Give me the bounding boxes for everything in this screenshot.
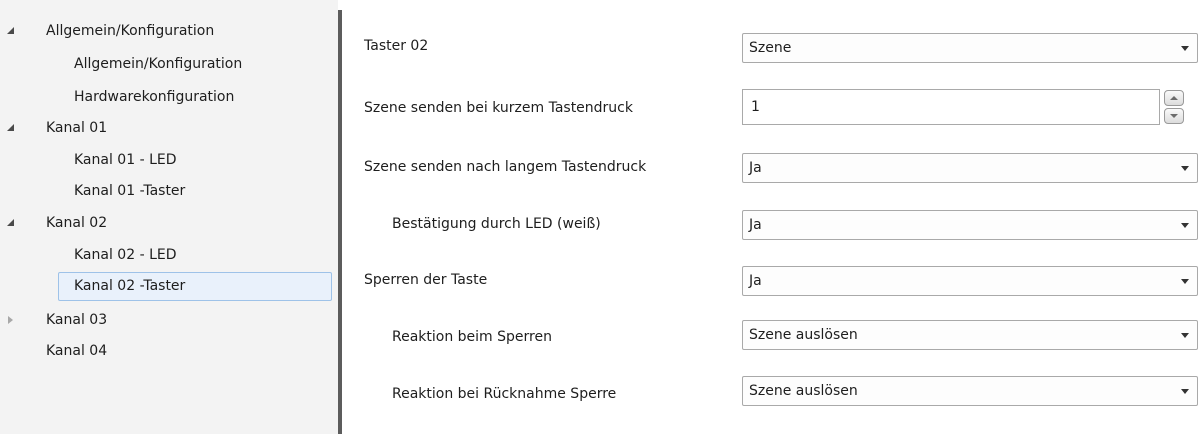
chevron-down-icon [1181, 223, 1189, 228]
select-value: Ja [749, 217, 762, 233]
reaktion-sperren-select[interactable]: Szene auslösen [742, 320, 1198, 350]
tree-node-kanal-04[interactable]: Kanal 04 [12, 340, 107, 363]
tree-node-label: Kanal 02 [46, 215, 108, 231]
spin-up-button[interactable] [1164, 90, 1184, 106]
tree-node-kanal-01-taster[interactable]: Kanal 01 -Taster [74, 180, 185, 203]
taster-02-select[interactable]: Szene [742, 33, 1198, 63]
input-value: 1 [751, 99, 760, 115]
chevron-down-icon [1181, 279, 1189, 284]
tree-node-label: Kanal 03 [46, 312, 108, 328]
tree-node-kanal-02[interactable]: Kanal 02 [7, 212, 108, 235]
tree-node-kanal-01[interactable]: Kanal 01 [7, 117, 108, 140]
chevron-down-icon [1181, 166, 1189, 171]
spin-down-button[interactable] [1164, 108, 1184, 124]
tree-node-label: Allgemein/Konfiguration [74, 56, 243, 72]
reaktion-sperren-label: Reaktion beim Sperren [392, 329, 552, 345]
bestaetigung-led-label: Bestätigung durch LED (weiß) [392, 216, 601, 232]
select-value: Szene auslösen [749, 383, 858, 399]
tree-node-label: Kanal 02 -Taster [74, 278, 186, 294]
tree-node-hardwarekonfiguration[interactable]: Hardwarekonfiguration [74, 86, 234, 109]
reaktion-ruecknahme-label: Reaktion bei Rücknahme Sperre [392, 386, 617, 402]
tree-node-label: Kanal 01 -Taster [74, 183, 186, 199]
collapsed-arrow-icon[interactable] [6, 309, 16, 332]
szene-kurz-number-input[interactable]: 1 [742, 89, 1160, 125]
parameter-form: Taster 02 Szene Szene senden bei kurzem … [342, 0, 1200, 434]
tree-node-label: Kanal 04 [46, 343, 108, 359]
tree-node-allgemein-konfiguration[interactable]: Allgemein/Konfiguration [7, 20, 215, 43]
select-value: Szene [749, 40, 792, 56]
parameter-tree: Allgemein/Konfiguration Allgemein/Konfig… [0, 0, 338, 434]
tree-node-kanal-03[interactable]: Kanal 03 [8, 309, 108, 332]
tree-node-kanal-02-led[interactable]: Kanal 02 - LED [74, 244, 177, 267]
sperren-taste-select[interactable]: Ja [742, 266, 1198, 296]
szene-lang-label: Szene senden nach langem Tastendruck [364, 159, 647, 175]
select-value: Ja [749, 273, 762, 289]
chevron-down-icon [1181, 46, 1189, 51]
tree-node-label: Kanal 02 - LED [74, 247, 177, 263]
expanded-arrow-icon[interactable] [6, 20, 16, 43]
szene-kurz-label: Szene senden bei kurzem Tastendruck [364, 100, 633, 116]
tree-node-label: Kanal 01 - LED [74, 152, 177, 168]
expanded-arrow-icon[interactable] [6, 212, 16, 235]
tree-node-kanal-01-led[interactable]: Kanal 01 - LED [74, 149, 177, 172]
select-value: Szene auslösen [749, 327, 858, 343]
reaktion-ruecknahme-select[interactable]: Szene auslösen [742, 376, 1198, 406]
tree-node-label: Kanal 01 [46, 120, 108, 136]
expanded-arrow-icon[interactable] [6, 117, 16, 140]
tree-node-allgemein-konfiguration-child[interactable]: Allgemein/Konfiguration [74, 53, 242, 76]
tree-node-kanal-02-taster[interactable]: Kanal 02 -Taster [58, 272, 332, 301]
tree-node-label: Allgemein/Konfiguration [46, 23, 215, 39]
chevron-down-icon [1181, 333, 1189, 338]
szene-lang-select[interactable]: Ja [742, 153, 1198, 183]
bestaetigung-led-select[interactable]: Ja [742, 210, 1198, 240]
chevron-down-icon [1181, 389, 1189, 394]
taster-02-label: Taster 02 [364, 38, 429, 54]
select-value: Ja [749, 160, 762, 176]
sperren-taste-label: Sperren der Taste [364, 272, 488, 288]
tree-node-label: Hardwarekonfiguration [74, 89, 235, 105]
